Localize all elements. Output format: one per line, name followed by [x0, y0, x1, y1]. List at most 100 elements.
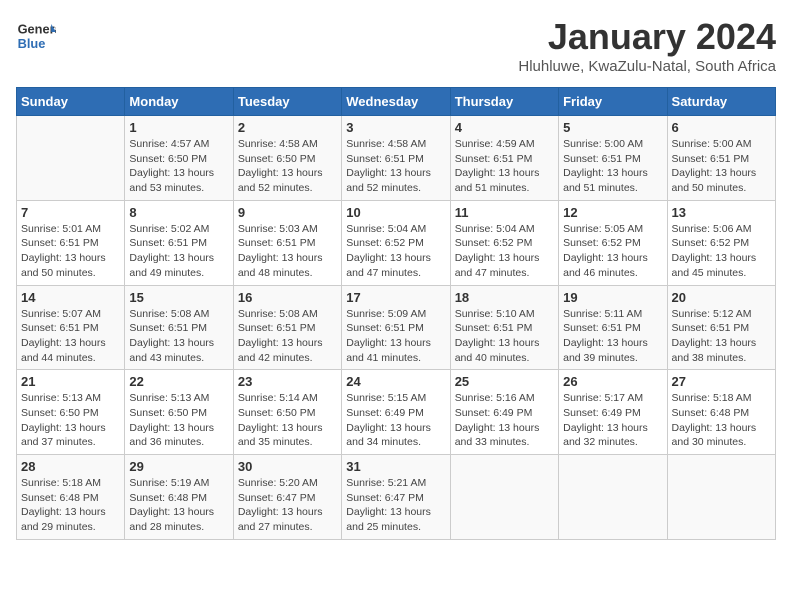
cell-content: Sunrise: 5:21 AM Sunset: 6:47 PM Dayligh… [346, 476, 445, 535]
day-number: 31 [346, 459, 445, 474]
calendar-cell: 19Sunrise: 5:11 AM Sunset: 6:51 PM Dayli… [559, 285, 667, 370]
page-header: General Blue January 2024 Hluhluwe, KwaZ… [16, 16, 776, 75]
day-number: 16 [238, 290, 337, 305]
calendar-cell: 3 Sunrise: 4:58 AM Sunset: 6:51 PM Daylig… [342, 116, 450, 201]
cell-content: Sunrise: 5:00 AM Sunset: 6:51 PM Dayligh… [563, 137, 662, 196]
day-number: 22 [129, 374, 228, 389]
day-number: 3 [346, 120, 445, 135]
cell-content: Sunrise: 5:05 AM Sunset: 6:52 PM Dayligh… [563, 222, 662, 281]
day-number: 15 [129, 290, 228, 305]
calendar-cell: 21 Sunrise: 5:13 AM Sunset: 6:50 PM Dayli… [17, 370, 125, 455]
day-number: 2 [238, 120, 337, 135]
calendar-cell [450, 455, 558, 540]
calendar-cell: 11Sunrise: 5:04 AM Sunset: 6:52 PM Dayli… [450, 200, 558, 285]
calendar-cell: 22 Sunrise: 5:13 AM Sunset: 6:50 PM Dayli… [125, 370, 233, 455]
cell-content: Sunrise: 4:57 AM Sunset: 6:50 PM Dayligh… [129, 137, 228, 196]
month-title: January 2024 [518, 16, 776, 58]
calendar-cell: 28Sunrise: 5:18 AM Sunset: 6:48 PM Dayli… [17, 455, 125, 540]
cell-content: Sunrise: 5:12 AM Sunset: 6:51 PM Dayligh… [672, 307, 771, 366]
day-number: 7 [21, 205, 120, 220]
cell-content: Sunrise: 5:06 AM Sunset: 6:52 PM Dayligh… [672, 222, 771, 281]
svg-text:Blue: Blue [18, 36, 46, 51]
column-header-thursday: Thursday [450, 88, 558, 116]
cell-content: Sunrise: 5:13 AM Sunset: 6:50 PM Dayligh… [21, 391, 120, 450]
calendar-cell: 15 Sunrise: 5:08 AM Sunset: 6:51 PM Dayli… [125, 285, 233, 370]
calendar-cell [559, 455, 667, 540]
cell-content: Sunrise: 5:11 AM Sunset: 6:51 PM Dayligh… [563, 307, 662, 366]
week-row-2: 7 Sunrise: 5:01 AM Sunset: 6:51 PM Daylig… [17, 200, 776, 285]
svg-text:General: General [18, 22, 56, 37]
calendar-cell: 6Sunrise: 5:00 AM Sunset: 6:51 PM Daylig… [667, 116, 775, 201]
day-number: 4 [455, 120, 554, 135]
calendar-cell: 13Sunrise: 5:06 AM Sunset: 6:52 PM Dayli… [667, 200, 775, 285]
day-number: 14 [21, 290, 120, 305]
calendar-cell: 27 Sunrise: 5:18 AM Sunset: 6:48 PM Dayli… [667, 370, 775, 455]
cell-content: Sunrise: 5:19 AM Sunset: 6:48 PM Dayligh… [129, 476, 228, 535]
calendar-cell: 2 Sunrise: 4:58 AM Sunset: 6:50 PM Daylig… [233, 116, 341, 201]
cell-content: Sunrise: 5:04 AM Sunset: 6:52 PM Dayligh… [346, 222, 445, 281]
cell-content: Sunrise: 5:14 AM Sunset: 6:50 PM Dayligh… [238, 391, 337, 450]
calendar-cell: 8Sunrise: 5:02 AM Sunset: 6:51 PM Daylig… [125, 200, 233, 285]
cell-content: Sunrise: 5:02 AM Sunset: 6:51 PM Dayligh… [129, 222, 228, 281]
cell-content: Sunrise: 5:00 AM Sunset: 6:51 PM Dayligh… [672, 137, 771, 196]
calendar-cell: 29 Sunrise: 5:19 AM Sunset: 6:48 PM Dayli… [125, 455, 233, 540]
calendar-cell: 25Sunrise: 5:16 AM Sunset: 6:49 PM Dayli… [450, 370, 558, 455]
cell-content: Sunrise: 5:09 AM Sunset: 6:51 PM Dayligh… [346, 307, 445, 366]
calendar-table: SundayMondayTuesdayWednesdayThursdayFrid… [16, 87, 776, 540]
calendar-cell: 1 Sunrise: 4:57 AM Sunset: 6:50 PM Daylig… [125, 116, 233, 201]
day-number: 21 [21, 374, 120, 389]
day-number: 17 [346, 290, 445, 305]
location-subtitle: Hluhluwe, KwaZulu-Natal, South Africa [518, 58, 776, 75]
day-number: 12 [563, 205, 662, 220]
calendar-cell [667, 455, 775, 540]
week-row-3: 14 Sunrise: 5:07 AM Sunset: 6:51 PM Dayli… [17, 285, 776, 370]
calendar-cell: 31 Sunrise: 5:21 AM Sunset: 6:47 PM Dayli… [342, 455, 450, 540]
day-number: 24 [346, 374, 445, 389]
cell-content: Sunrise: 5:01 AM Sunset: 6:51 PM Dayligh… [21, 222, 120, 281]
day-number: 26 [563, 374, 662, 389]
calendar-cell: 5Sunrise: 5:00 AM Sunset: 6:51 PM Daylig… [559, 116, 667, 201]
column-header-wednesday: Wednesday [342, 88, 450, 116]
day-number: 25 [455, 374, 554, 389]
cell-content: Sunrise: 5:08 AM Sunset: 6:51 PM Dayligh… [129, 307, 228, 366]
calendar-body: 1 Sunrise: 4:57 AM Sunset: 6:50 PM Daylig… [17, 116, 776, 540]
day-number: 1 [129, 120, 228, 135]
logo: General Blue [16, 16, 60, 56]
week-row-4: 21 Sunrise: 5:13 AM Sunset: 6:50 PM Dayli… [17, 370, 776, 455]
cell-content: Sunrise: 5:17 AM Sunset: 6:49 PM Dayligh… [563, 391, 662, 450]
column-header-sunday: Sunday [17, 88, 125, 116]
day-number: 23 [238, 374, 337, 389]
cell-content: Sunrise: 5:07 AM Sunset: 6:51 PM Dayligh… [21, 307, 120, 366]
cell-content: Sunrise: 4:59 AM Sunset: 6:51 PM Dayligh… [455, 137, 554, 196]
cell-content: Sunrise: 5:08 AM Sunset: 6:51 PM Dayligh… [238, 307, 337, 366]
calendar-cell: 20Sunrise: 5:12 AM Sunset: 6:51 PM Dayli… [667, 285, 775, 370]
header-row: SundayMondayTuesdayWednesdayThursdayFrid… [17, 88, 776, 116]
cell-content: Sunrise: 4:58 AM Sunset: 6:50 PM Dayligh… [238, 137, 337, 196]
cell-content: Sunrise: 5:03 AM Sunset: 6:51 PM Dayligh… [238, 222, 337, 281]
week-row-1: 1 Sunrise: 4:57 AM Sunset: 6:50 PM Daylig… [17, 116, 776, 201]
calendar-cell [17, 116, 125, 201]
cell-content: Sunrise: 5:04 AM Sunset: 6:52 PM Dayligh… [455, 222, 554, 281]
cell-content: Sunrise: 4:58 AM Sunset: 6:51 PM Dayligh… [346, 137, 445, 196]
calendar-cell: 17 Sunrise: 5:09 AM Sunset: 6:51 PM Dayli… [342, 285, 450, 370]
column-header-saturday: Saturday [667, 88, 775, 116]
calendar-cell: 9Sunrise: 5:03 AM Sunset: 6:51 PM Daylig… [233, 200, 341, 285]
calendar-cell: 7 Sunrise: 5:01 AM Sunset: 6:51 PM Daylig… [17, 200, 125, 285]
calendar-cell: 18Sunrise: 5:10 AM Sunset: 6:51 PM Dayli… [450, 285, 558, 370]
calendar-cell: 26 Sunrise: 5:17 AM Sunset: 6:49 PM Dayli… [559, 370, 667, 455]
calendar-cell: 16 Sunrise: 5:08 AM Sunset: 6:51 PM Dayli… [233, 285, 341, 370]
cell-content: Sunrise: 5:13 AM Sunset: 6:50 PM Dayligh… [129, 391, 228, 450]
day-number: 29 [129, 459, 228, 474]
logo-icon: General Blue [16, 16, 56, 56]
cell-content: Sunrise: 5:18 AM Sunset: 6:48 PM Dayligh… [21, 476, 120, 535]
calendar-cell: 10Sunrise: 5:04 AM Sunset: 6:52 PM Dayli… [342, 200, 450, 285]
week-row-5: 28Sunrise: 5:18 AM Sunset: 6:48 PM Dayli… [17, 455, 776, 540]
day-number: 18 [455, 290, 554, 305]
column-header-friday: Friday [559, 88, 667, 116]
column-header-tuesday: Tuesday [233, 88, 341, 116]
calendar-cell: 4 Sunrise: 4:59 AM Sunset: 6:51 PM Daylig… [450, 116, 558, 201]
calendar-cell: 24Sunrise: 5:15 AM Sunset: 6:49 PM Dayli… [342, 370, 450, 455]
cell-content: Sunrise: 5:18 AM Sunset: 6:48 PM Dayligh… [672, 391, 771, 450]
day-number: 27 [672, 374, 771, 389]
calendar-cell: 23 Sunrise: 5:14 AM Sunset: 6:50 PM Dayli… [233, 370, 341, 455]
